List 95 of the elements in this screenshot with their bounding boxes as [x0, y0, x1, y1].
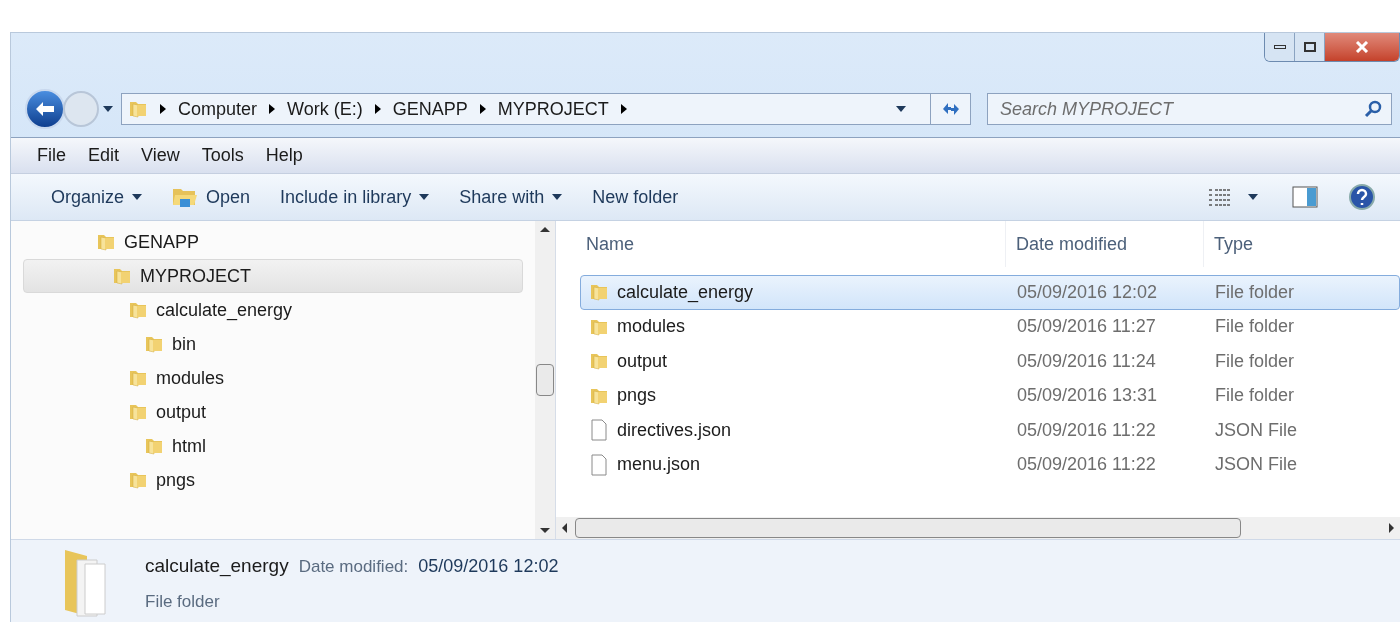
close-icon — [1355, 41, 1369, 53]
list-view-icon — [1208, 188, 1232, 206]
caret-icon — [896, 106, 906, 112]
file-name: pngs — [617, 384, 657, 408]
date-cell-text: 05/09/2016 11:22 — [1016, 453, 1157, 477]
toolbar-button[interactable]: Organize — [41, 179, 153, 215]
date-cell-text: 05/09/2016 13:31 — [1016, 384, 1159, 408]
search-icon — [1364, 100, 1382, 118]
folder-icon — [589, 351, 609, 372]
caret-icon — [552, 194, 563, 200]
menu-item[interactable]: Help — [265, 142, 303, 169]
folder-icon — [128, 368, 148, 388]
column-header[interactable]: Name — [556, 221, 1006, 267]
file-name: calculate_energy — [617, 280, 754, 305]
file-icon — [589, 453, 609, 476]
chevron-icon — [620, 104, 627, 114]
details-value: 05/09/2016 12:02 — [418, 555, 559, 578]
preview-pane-icon[interactable] — [1292, 186, 1318, 208]
column-header[interactable]: Type — [1204, 221, 1400, 267]
close-button[interactable] — [1325, 33, 1399, 61]
file-icon — [589, 419, 609, 442]
date-cell-text: 05/09/2016 11:22 — [1016, 418, 1157, 442]
chevron-icon — [160, 104, 166, 114]
tree-item[interactable]: MYPROJECT — [23, 259, 523, 293]
toolbar-button[interactable]: Include in library — [270, 179, 440, 215]
column-header[interactable]: Date modified — [1006, 221, 1204, 267]
minimize-button[interactable] — [1265, 33, 1295, 61]
type-cell-text: File folder — [1214, 280, 1295, 304]
date-cell-text: 05/09/2016 11:24 — [1016, 349, 1157, 373]
open-folder-icon — [172, 186, 199, 208]
menu-item[interactable]: View — [141, 142, 180, 169]
tree-item[interactable]: modules — [23, 361, 523, 395]
breadcrumb[interactable]: GENAPP — [392, 95, 468, 123]
horizontal-scrollbar[interactable] — [556, 517, 1400, 539]
menu-item[interactable]: Tools — [201, 142, 244, 169]
back-button[interactable] — [25, 89, 65, 129]
type-cell-text: JSON File — [1214, 453, 1297, 477]
file-row[interactable]: modules 05/09/2016 11:27 File folder — [580, 309, 1400, 344]
file-row[interactable]: directives.json 05/09/2016 11:22 JSON File — [580, 413, 1400, 448]
vertical-scrollbar[interactable] — [535, 221, 555, 539]
file-name: menu.json — [617, 453, 701, 477]
file-name: modules — [617, 315, 686, 339]
file-row[interactable]: pngs 05/09/2016 13:31 File folder — [580, 378, 1400, 413]
maximize-button[interactable] — [1295, 33, 1325, 61]
tree-item[interactable]: pngs — [23, 463, 523, 497]
chevron-icon — [374, 104, 381, 114]
toolbar-button[interactable]: Open — [162, 179, 261, 215]
address-bar[interactable]: Computer Work (E:) GENAPP MYPROJECT — [121, 93, 971, 125]
tree-item[interactable]: output — [23, 395, 523, 429]
menu-item[interactable]: File — [37, 142, 66, 169]
folder-icon — [144, 334, 164, 354]
tree-item[interactable]: html — [23, 429, 523, 463]
type-cell-text: File folder — [1214, 315, 1295, 339]
file-row[interactable]: menu.json 05/09/2016 11:22 JSON File — [580, 447, 1400, 482]
folder-icon — [144, 436, 164, 456]
file-row[interactable]: output 05/09/2016 11:24 File folder — [580, 344, 1400, 379]
date-cell-text: 05/09/2016 11:27 — [1016, 315, 1157, 339]
chevron-icon — [479, 104, 486, 114]
back-arrow-icon — [35, 101, 55, 117]
type-cell-text: File folder — [1214, 349, 1295, 373]
view-options-button[interactable] — [1208, 188, 1258, 206]
details-type: File folder — [145, 590, 221, 613]
file-row[interactable]: calculate_energy 05/09/2016 12:02 File folder — [580, 275, 1400, 310]
folder-icon — [96, 232, 116, 252]
caret-icon — [132, 194, 143, 200]
refresh-icon — [940, 101, 961, 117]
folder-icon — [128, 402, 148, 422]
details-name: calculate_energy — [145, 554, 289, 579]
file-name: directives.json — [617, 418, 732, 442]
caret-icon — [103, 106, 113, 112]
chevron-icon — [269, 104, 276, 114]
caret-icon — [1248, 194, 1258, 200]
folder-icon — [112, 266, 132, 286]
type-cell-text: File folder — [1214, 384, 1295, 408]
details-label: Date modified: — [298, 556, 409, 578]
folder-icon — [128, 470, 148, 490]
caret-icon — [419, 194, 430, 200]
type-cell-text: JSON File — [1214, 418, 1297, 442]
help-icon[interactable] — [1348, 183, 1376, 211]
menu-item[interactable]: Edit — [88, 142, 120, 169]
tree-item[interactable]: bin — [23, 327, 523, 361]
search-field[interactable]: Search MYPROJECT — [987, 93, 1392, 125]
folder-icon — [589, 282, 609, 303]
tree-item[interactable]: GENAPP — [23, 225, 523, 259]
toolbar-button[interactable]: New folder — [582, 179, 689, 215]
history-dropdown[interactable] — [103, 106, 113, 112]
toolbar-button[interactable]: Share with — [449, 179, 573, 215]
breadcrumb[interactable]: Computer — [178, 95, 258, 123]
folder-icon — [128, 300, 148, 320]
folder-icon — [128, 99, 148, 119]
date-cell-text: 05/09/2016 12:02 — [1016, 280, 1159, 304]
tree-item[interactable]: calculate_energy — [23, 293, 523, 327]
breadcrumb[interactable]: MYPROJECT — [497, 95, 609, 123]
breadcrumb[interactable]: Work (E:) — [287, 95, 363, 123]
file-name: output — [617, 349, 668, 373]
